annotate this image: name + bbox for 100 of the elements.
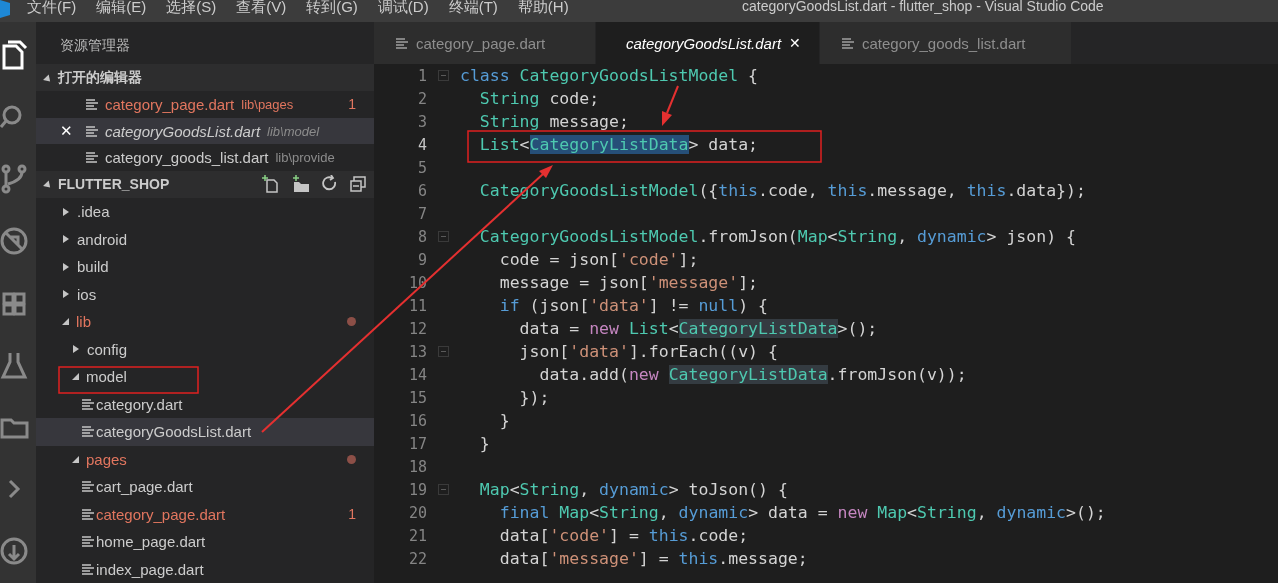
code-line: class CategoryGoodsListModel { xyxy=(460,66,759,85)
tree-item[interactable]: lib xyxy=(36,308,374,336)
flask-icon[interactable] xyxy=(0,350,30,380)
app-logo-icon xyxy=(0,0,10,18)
menu-item[interactable]: 转到(G) xyxy=(306,0,358,22)
tree-item[interactable]: cart_page.dart xyxy=(36,473,374,501)
tree-item-label: home_page.dart xyxy=(96,533,206,551)
file-name: categoryGoodsList.dart xyxy=(105,122,261,140)
sidebar-title: 资源管理器 xyxy=(59,36,131,55)
file-lines-icon xyxy=(82,426,94,438)
expand-triangle-icon[interactable] xyxy=(63,262,69,271)
file-path: lib\pages xyxy=(241,96,294,112)
line-number: 4 xyxy=(416,135,427,154)
file-lines-icon xyxy=(82,481,94,493)
problem-count: 1 xyxy=(348,96,356,113)
menu-item[interactable]: 文件(F) xyxy=(27,0,77,22)
menu-item[interactable]: 调试(D) xyxy=(377,0,429,22)
expand-triangle-icon[interactable] xyxy=(63,235,69,244)
close-icon[interactable]: ✕ xyxy=(60,122,73,140)
section-header[interactable]: 打开的编辑器 xyxy=(58,68,142,87)
expand-triangle-icon[interactable] xyxy=(62,318,69,326)
tree-item[interactable]: ios xyxy=(36,280,374,308)
code-line: } xyxy=(478,434,490,453)
files-icon[interactable] xyxy=(0,40,30,70)
tree-item[interactable]: .idea xyxy=(36,198,374,226)
fold-icon[interactable] xyxy=(438,231,449,242)
menu-item[interactable]: 终端(T) xyxy=(448,0,498,22)
expand-triangle-icon[interactable] xyxy=(72,373,79,381)
new-file-icon[interactable] xyxy=(262,175,280,194)
tree-item-label: category_page.dart xyxy=(96,505,226,523)
expand-triangle-icon[interactable] xyxy=(72,455,79,463)
line-number: 20 xyxy=(407,503,427,522)
tree-item[interactable]: android xyxy=(36,225,374,253)
line-number: 15 xyxy=(407,388,427,407)
tree-item-label: pages xyxy=(86,450,127,468)
collapse-all-icon[interactable] xyxy=(350,176,366,193)
file-lines-icon xyxy=(86,125,98,137)
editor-tab[interactable]: category_goods_list.dart xyxy=(820,22,1072,64)
menu-item[interactable]: 编辑(E) xyxy=(96,0,147,22)
code-line: String message; xyxy=(478,112,629,131)
modified-dot-icon xyxy=(347,317,356,327)
line-number: 3 xyxy=(416,112,427,131)
file-lines-icon xyxy=(86,152,98,164)
line-number: 6 xyxy=(416,181,427,200)
tree-item-label: index_page.dart xyxy=(96,560,204,578)
circle-icon[interactable] xyxy=(0,536,30,566)
fold-icon[interactable] xyxy=(438,70,449,81)
expand-triangle-icon[interactable] xyxy=(63,290,69,299)
code-line: String code; xyxy=(478,89,600,108)
tree-item[interactable]: home_page.dart xyxy=(36,528,374,556)
fold-icon[interactable] xyxy=(438,484,449,495)
problem-count: 1 xyxy=(348,506,356,523)
close-icon[interactable]: ✕ xyxy=(789,35,801,51)
tree-item[interactable]: build xyxy=(36,253,374,281)
tab-label: category_page.dart xyxy=(416,34,546,52)
tree-item[interactable]: pages xyxy=(36,445,374,473)
line-number: 21 xyxy=(407,526,427,545)
tree-item-label: build xyxy=(77,258,109,276)
editor-tab[interactable]: category_page.dart xyxy=(374,22,596,64)
file-name: category_page.dart xyxy=(105,95,235,113)
tree-item[interactable]: categoryGoodsList.dart xyxy=(36,418,374,446)
file-lines-icon xyxy=(82,398,94,410)
new-folder-icon[interactable] xyxy=(292,175,310,194)
open-editor-item[interactable]: category_page.dart lib\pages 1 xyxy=(36,91,374,118)
line-number: 5 xyxy=(416,158,427,177)
expand-triangle-icon[interactable] xyxy=(63,207,69,216)
editor-tab[interactable]: categoryGoodsList.dart ✕ xyxy=(596,22,820,64)
tab-label: category_goods_list.dart xyxy=(862,34,1026,52)
tree-item[interactable]: category_page.dart 1 xyxy=(36,500,374,528)
line-number: 14 xyxy=(407,365,427,384)
line-number: 7 xyxy=(416,204,427,223)
tree-item[interactable]: index_page.dart xyxy=(36,555,374,583)
tree-item-label: categoryGoodsList.dart xyxy=(96,423,252,441)
file-lines-icon xyxy=(86,98,98,110)
file-lines-icon xyxy=(82,508,94,520)
menu-item[interactable]: 选择(S) xyxy=(166,0,217,22)
tree-item[interactable]: config xyxy=(36,335,374,363)
tree-item[interactable]: category.dart xyxy=(36,390,374,418)
code-line: if (json['data'] != null) { xyxy=(498,296,768,315)
open-editor-item[interactable]: ✕ categoryGoodsList.dart lib\model xyxy=(36,117,374,145)
file-lines-icon xyxy=(842,37,854,49)
code-line: CategoryGoodsListModel.fromJson(Map<String, dynamic> json) { xyxy=(478,227,1076,246)
file-path: lib\model xyxy=(267,123,320,139)
expand-triangle-icon[interactable] xyxy=(73,345,79,354)
tree-item-label: .idea xyxy=(77,203,110,221)
no-bug-icon[interactable] xyxy=(0,226,30,256)
code-line: message = json['message']; xyxy=(498,273,759,292)
line-number: 22 xyxy=(407,549,427,568)
code-line: } xyxy=(498,411,510,430)
tree-item[interactable]: model xyxy=(36,363,374,391)
menu-item[interactable]: 查看(V) xyxy=(236,0,287,22)
line-number: 17 xyxy=(407,434,427,453)
tree-item-label: cart_page.dart xyxy=(96,478,193,496)
fold-icon[interactable] xyxy=(438,346,449,357)
code-line: data.add(new CategoryListData.fromJson(v)); xyxy=(538,365,967,384)
code-line: Map<String, dynamic> toJson() { xyxy=(478,480,788,499)
line-number: 2 xyxy=(416,89,427,108)
menu-item[interactable]: 帮助(H) xyxy=(517,0,569,22)
open-editor-item[interactable]: category_goods_list.dart lib\provide xyxy=(36,144,374,171)
file-lines-icon xyxy=(82,563,94,575)
